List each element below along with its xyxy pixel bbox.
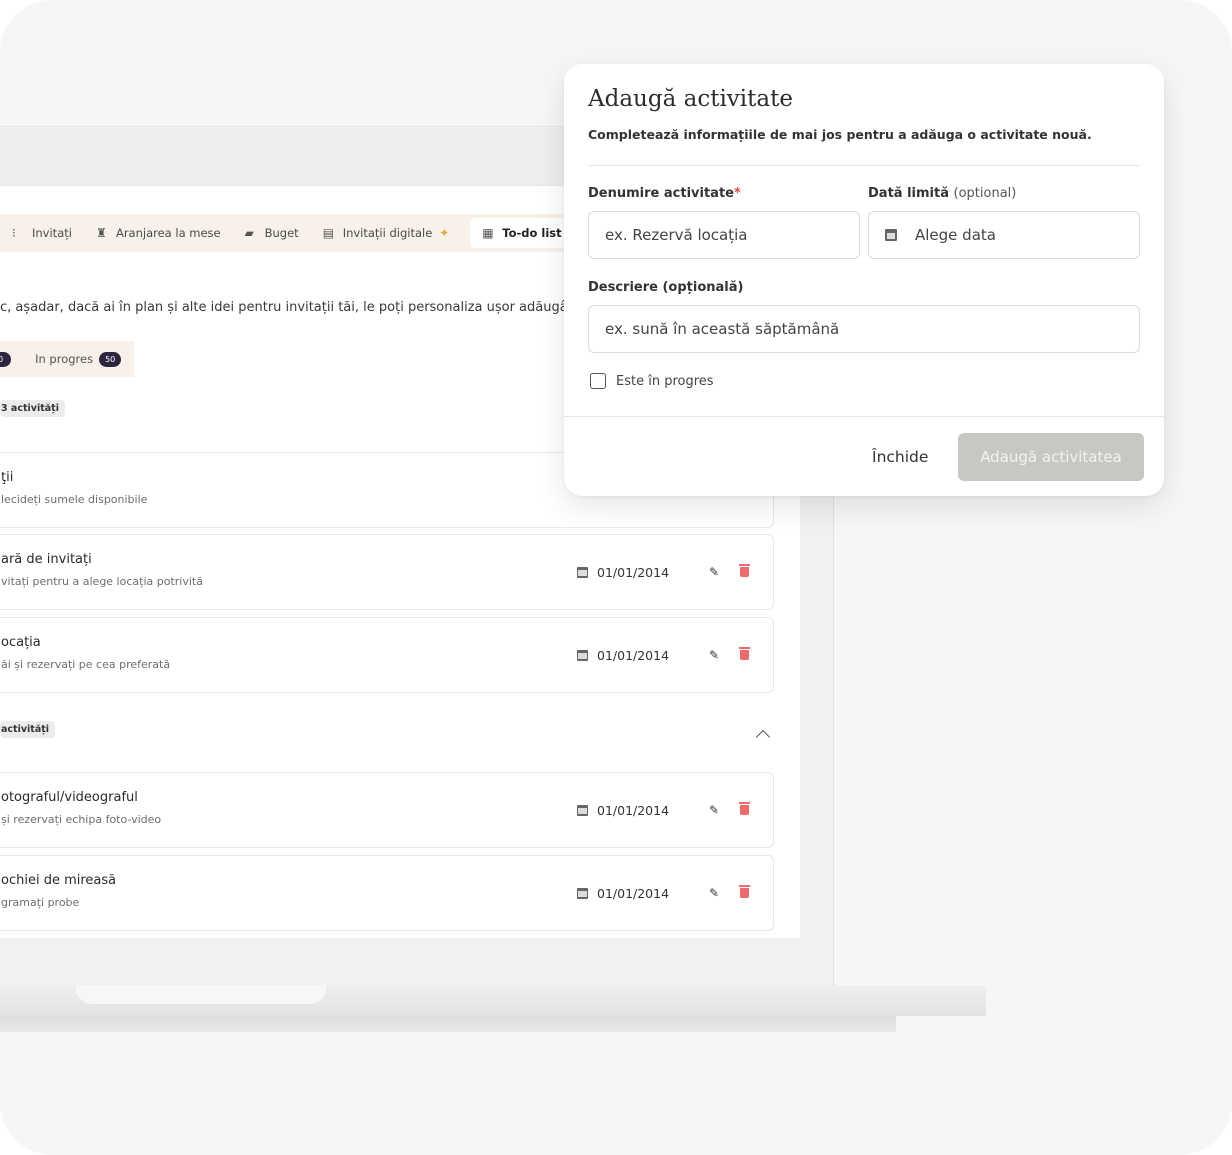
tab-budget[interactable]: ▰ Buget bbox=[233, 218, 311, 248]
task-subtitle: ăi și rezervați pe cea preferată bbox=[1, 658, 171, 671]
task-date-value: 01/01/2014 bbox=[597, 565, 670, 580]
calendar-icon bbox=[577, 805, 588, 816]
in-progress-row: Este în progres bbox=[590, 373, 714, 389]
trash-icon[interactable] bbox=[739, 564, 750, 577]
activity-name-input[interactable]: ex. Rezervă locația bbox=[588, 211, 860, 259]
deadline-label-text: Dată limită bbox=[868, 186, 949, 201]
task-date: 01/01/2014 bbox=[577, 803, 669, 818]
background-stage: ⁝ Invitați ♜ Aranjarea la mese ▰ Buget ▤… bbox=[0, 0, 1232, 1155]
add-activity-modal: Adaugă activitate Completează informații… bbox=[564, 64, 1164, 496]
tab-digital-invitations[interactable]: ▤ Invitații digitale ✦ bbox=[311, 218, 465, 248]
task-subtitle: gramați probe bbox=[1, 896, 80, 909]
deadline-optional-text: (optional) bbox=[953, 186, 1017, 201]
required-asterisk: * bbox=[733, 186, 741, 201]
task-title: ară de invitați bbox=[1, 552, 92, 567]
filter-in-progress[interactable]: In progres bbox=[35, 352, 93, 366]
deadline-placeholder: Alege data bbox=[915, 226, 996, 244]
activity-name-label-text: Denumire activitate bbox=[588, 186, 734, 201]
tab-label: Buget bbox=[264, 226, 299, 240]
filter-count-badge[interactable]: 0 bbox=[0, 351, 12, 367]
laptop-notch bbox=[74, 985, 328, 1005]
trash-icon[interactable] bbox=[739, 885, 750, 898]
modal-footer-divider bbox=[564, 416, 1164, 417]
add-activity-button[interactable]: Adaugă activitatea bbox=[958, 433, 1144, 481]
calendar-icon bbox=[577, 888, 588, 899]
description-placeholder: ex. sună în această săptămână bbox=[605, 320, 840, 338]
task-title: ţii bbox=[1, 470, 14, 485]
in-progress-checkbox[interactable] bbox=[590, 373, 606, 389]
trash-icon[interactable] bbox=[739, 647, 750, 660]
task-subtitle: vitați pentru a alege locația potrivită bbox=[1, 575, 203, 588]
task-card[interactable]: ară de invitați vitați pentru a alege lo… bbox=[0, 534, 774, 610]
edit-icon[interactable]: ✎ bbox=[709, 886, 719, 900]
status-filters: 0 In progres 50 bbox=[0, 341, 134, 377]
task-title: ochiei de mireasă bbox=[1, 873, 117, 888]
activity-name-label: Denumire activitate* bbox=[588, 186, 741, 201]
task-date-value: 01/01/2014 bbox=[597, 886, 670, 901]
task-card[interactable]: ocația ăi și rezervați pe cea preferată … bbox=[0, 617, 774, 693]
description-label: Descriere (opțională) bbox=[588, 280, 744, 295]
chair-icon: ♜ bbox=[95, 225, 107, 240]
task-date: 01/01/2014 bbox=[577, 648, 669, 663]
group-count-badge: 3 activități bbox=[0, 400, 65, 417]
modal-divider bbox=[588, 165, 1140, 166]
task-card[interactable]: otograful/videograful și rezervați echip… bbox=[0, 772, 774, 848]
close-button[interactable]: Închide bbox=[872, 448, 928, 466]
edit-icon[interactable]: ✎ bbox=[709, 803, 719, 817]
modal-subtitle: Completează informațiile de mai jos pent… bbox=[588, 127, 1092, 142]
tab-seating[interactable]: ♜ Aranjarea la mese bbox=[84, 218, 233, 248]
wallet-icon: ▰ bbox=[244, 225, 254, 240]
tab-todo-list[interactable]: ▦ To-do list bbox=[470, 218, 574, 248]
in-progress-label: Este în progres bbox=[616, 373, 714, 389]
trash-icon[interactable] bbox=[739, 802, 750, 815]
checklist-icon: ▦ bbox=[482, 225, 494, 240]
modal-title: Adaugă activitate bbox=[588, 86, 793, 112]
description-input[interactable]: ex. sună în această săptămână bbox=[588, 305, 1140, 353]
guests-icon: ⁝ bbox=[12, 225, 16, 240]
tab-label: To-do list bbox=[502, 226, 562, 240]
sparkle-icon: ✦ bbox=[439, 225, 450, 240]
tab-label: Invitați bbox=[32, 226, 72, 240]
task-subtitle: și rezervați echipa foto-video bbox=[1, 813, 162, 826]
task-subtitle: lecideți sumele disponibile bbox=[1, 493, 148, 506]
tab-label: Aranjarea la mese bbox=[115, 226, 221, 240]
edit-icon[interactable]: ✎ bbox=[709, 648, 719, 662]
calendar-icon bbox=[885, 229, 897, 241]
task-date-value: 01/01/2014 bbox=[597, 803, 670, 818]
edit-icon[interactable]: ✎ bbox=[709, 565, 719, 579]
calendar-icon bbox=[577, 567, 588, 578]
tab-label: Invitații digitale bbox=[342, 226, 433, 240]
task-title: ocația bbox=[1, 635, 41, 650]
laptop-base-edge bbox=[0, 1016, 896, 1032]
task-date-value: 01/01/2014 bbox=[597, 648, 670, 663]
group-count-badge: activități bbox=[0, 721, 56, 738]
main-tabs: ⁝ Invitați ♜ Aranjarea la mese ▰ Buget ▤… bbox=[0, 214, 575, 252]
intro-text: c, așadar, dacă ai în plan și alte idei … bbox=[0, 300, 576, 315]
task-date: 01/01/2014 bbox=[577, 886, 669, 901]
tab-guests[interactable]: ⁝ Invitați bbox=[0, 218, 84, 248]
task-card[interactable]: ochiei de mireasă gramați probe 01/01/20… bbox=[0, 855, 774, 931]
in-progress-count-badge: 50 bbox=[99, 351, 122, 367]
activity-name-placeholder: ex. Rezervă locația bbox=[605, 226, 748, 244]
deadline-date-picker[interactable]: Alege data bbox=[868, 211, 1140, 259]
calendar-icon bbox=[577, 650, 588, 661]
task-title: otograful/videograful bbox=[1, 790, 138, 805]
task-date: 01/01/2014 bbox=[577, 565, 669, 580]
envelope-icon: ▤ bbox=[322, 225, 335, 240]
deadline-label: Dată limită (optional) bbox=[868, 186, 1016, 201]
